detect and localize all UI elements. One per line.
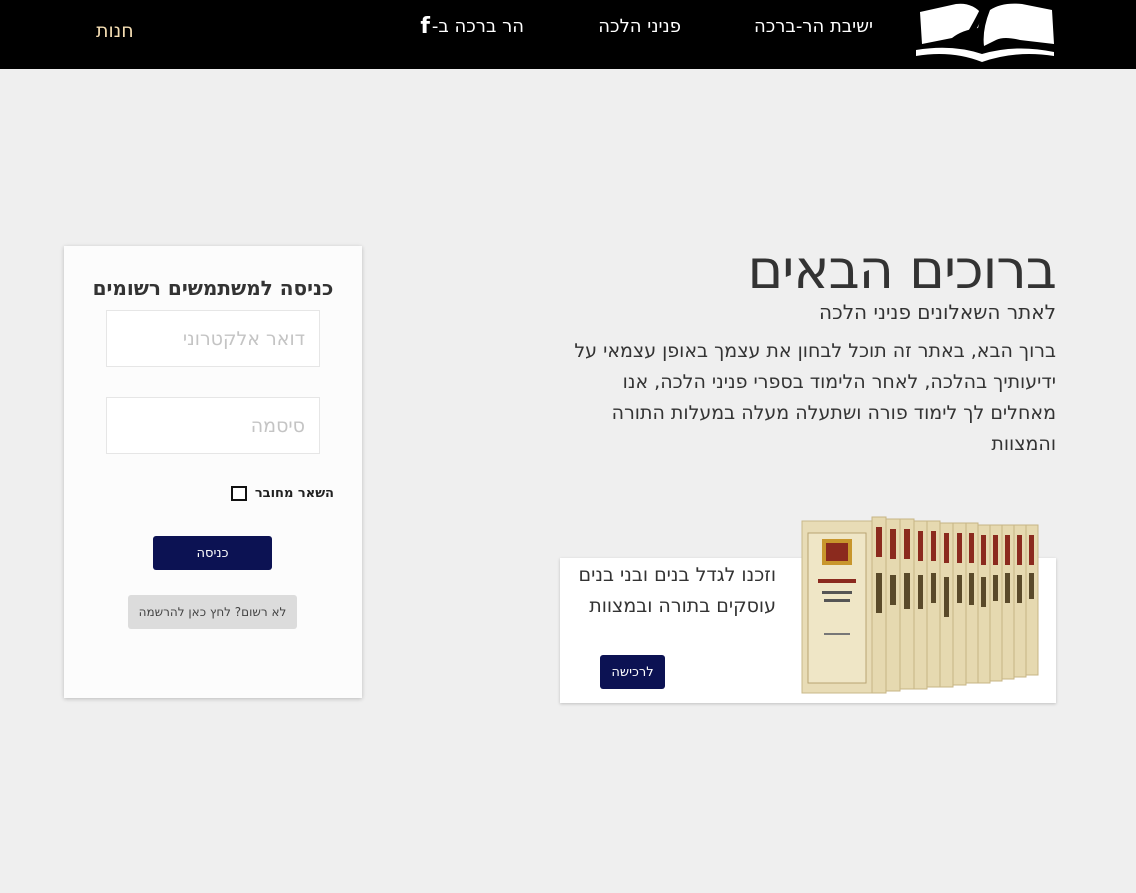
nav-link-pninei-halacha[interactable]: פניני הלכה — [598, 16, 681, 37]
password-field[interactable] — [106, 397, 320, 454]
hero-title: ברוכים הבאים — [747, 238, 1057, 301]
remember-me[interactable]: השאר מחובר — [230, 486, 334, 501]
nav-link-facebook[interactable]: הר ברכה ב- f — [420, 13, 524, 39]
login-title: כניסה למשתמשים רשומים — [92, 276, 334, 300]
register-button[interactable]: לא רשום? לחץ כאן להרשמה — [128, 595, 297, 629]
remember-me-label: השאר מחובר — [254, 486, 334, 501]
promo-text: וזכנו לגדל בנים ובני בנים עוסקים בתורה ו… — [578, 564, 776, 617]
purchase-button[interactable]: לרכישה — [600, 655, 665, 689]
hero-description: ברוך הבא, באתר זה תוכל לבחון את עצמך באו… — [574, 340, 1056, 455]
login-card: כניסה למשתמשים רשומים השאר מחובר כניסה ל… — [64, 246, 362, 698]
nav-link-yeshiva[interactable]: ישיבת הר-ברכה — [754, 16, 873, 37]
remember-me-checkbox[interactable] — [230, 486, 247, 501]
nav-facebook-label: הר ברכה ב- — [431, 16, 524, 37]
nav-link-store[interactable]: חנות — [96, 20, 134, 42]
email-field[interactable] — [106, 310, 320, 367]
login-button[interactable]: כניסה — [153, 536, 272, 570]
top-navbar: ישיבת הר-ברכה פניני הלכה הר ברכה ב- f חנ… — [0, 0, 1136, 69]
hero-subtitle: לאתר השאלונים פניני הלכה — [819, 300, 1056, 324]
facebook-icon: f — [420, 13, 430, 39]
open-book-logo-icon[interactable] — [912, 0, 1058, 68]
book-set-image — [801, 516, 1039, 694]
